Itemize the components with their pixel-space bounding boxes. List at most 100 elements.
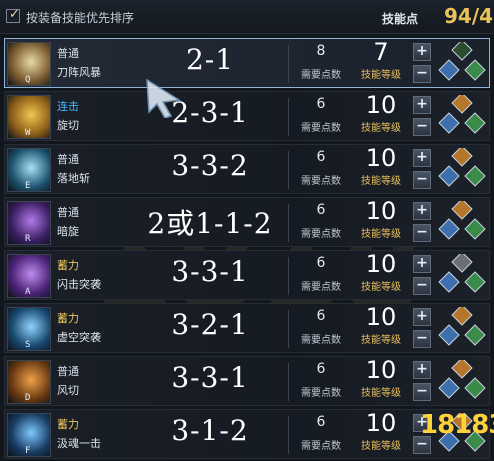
skill-level-label: 技能等级 bbox=[361, 176, 401, 187]
skill-name: 刀阵风暴 bbox=[57, 66, 101, 79]
skill-type: 蓄力 bbox=[57, 312, 79, 325]
sort-by-equipped-checkbox[interactable]: ✓ bbox=[6, 7, 20, 23]
tripod-icon[interactable] bbox=[437, 360, 487, 404]
skill-icon[interactable]: E bbox=[7, 148, 51, 192]
skill-points-label: 技能点 bbox=[382, 12, 419, 26]
skill-row[interactable]: A 蓄力 闪击突袭 3-3-1 6 需要点数 10 技能等级 + − bbox=[4, 250, 490, 300]
tripod-icon[interactable] bbox=[437, 254, 487, 298]
skill-row[interactable]: D 普通 风切 3-3-1 6 需要点数 10 技能等级 + − bbox=[4, 356, 490, 406]
level-up-button[interactable]: + bbox=[413, 43, 431, 61]
skill-level-label: 技能等级 bbox=[361, 282, 401, 293]
tripod-icon[interactable] bbox=[437, 201, 487, 245]
skill-row[interactable]: W 连击 旋切 2-3-1 6 需要点数 10 技能等级 + − bbox=[4, 91, 490, 141]
divider bbox=[288, 363, 289, 401]
skill-build-order: 3-2-1 bbox=[171, 308, 249, 341]
required-points-value: 6 bbox=[316, 308, 326, 324]
skill-name: 虚空突袭 bbox=[57, 331, 101, 344]
skill-hotkey: Q bbox=[25, 75, 31, 85]
divider bbox=[288, 257, 289, 295]
skill-build-order: 3-3-1 bbox=[171, 255, 249, 288]
skill-icon[interactable]: D bbox=[7, 360, 51, 404]
level-up-button[interactable]: + bbox=[413, 202, 431, 220]
skill-name: 风切 bbox=[57, 384, 79, 397]
skill-icon[interactable]: R bbox=[7, 201, 51, 245]
tripod-icon[interactable] bbox=[437, 148, 487, 192]
skill-build-order: 2或1-1-2 bbox=[147, 207, 273, 240]
skill-build-order: 2-1 bbox=[185, 43, 235, 76]
level-up-button[interactable]: + bbox=[413, 96, 431, 114]
tripod-gem-icon bbox=[438, 271, 460, 293]
skill-level-value: 10 bbox=[365, 250, 397, 278]
tripod-icon[interactable] bbox=[437, 307, 487, 351]
level-down-button[interactable]: − bbox=[413, 65, 431, 83]
tripod-gem-icon bbox=[464, 218, 486, 240]
level-up-button[interactable]: + bbox=[413, 149, 431, 167]
skill-level-label: 技能等级 bbox=[361, 70, 401, 81]
skill-level-value: 10 bbox=[365, 303, 397, 331]
required-points-value: 6 bbox=[316, 361, 326, 377]
divider bbox=[288, 204, 289, 242]
tripod-gem-icon bbox=[451, 307, 473, 326]
required-points-label: 需要点数 bbox=[301, 441, 341, 452]
level-up-button[interactable]: + bbox=[413, 361, 431, 379]
skill-icon[interactable]: S bbox=[7, 307, 51, 351]
mouse-cursor-icon bbox=[146, 78, 182, 118]
skill-level-label: 技能等级 bbox=[361, 123, 401, 134]
skill-type: 普通 bbox=[57, 47, 79, 60]
tripod-gem-icon bbox=[451, 148, 473, 167]
required-points-label: 需要点数 bbox=[301, 388, 341, 399]
tripod-gem-icon bbox=[451, 95, 473, 114]
skill-name: 落地斩 bbox=[57, 172, 90, 185]
skill-hotkey: F bbox=[25, 446, 31, 456]
skill-icon[interactable]: A bbox=[7, 254, 51, 298]
required-points-label: 需要点数 bbox=[301, 335, 341, 346]
skill-level-label: 技能等级 bbox=[361, 441, 401, 452]
skill-row[interactable]: F 蓄力 汲魂一击 3-1-2 6 需要点数 10 技能等级 + − bbox=[4, 409, 490, 459]
divider bbox=[288, 151, 289, 189]
required-points-value: 6 bbox=[316, 255, 326, 271]
skill-name: 旋切 bbox=[57, 119, 79, 132]
skill-type: 普通 bbox=[57, 206, 79, 219]
level-down-button[interactable]: − bbox=[413, 383, 431, 401]
skill-level-value: 10 bbox=[365, 356, 397, 384]
skill-icon[interactable]: W bbox=[7, 95, 51, 139]
tripod-icon[interactable] bbox=[437, 42, 487, 86]
tripod-gem-icon bbox=[464, 271, 486, 293]
level-down-button[interactable]: − bbox=[413, 224, 431, 242]
level-down-button[interactable]: − bbox=[413, 277, 431, 295]
skill-type: 普通 bbox=[57, 365, 79, 378]
divider bbox=[288, 416, 289, 454]
skill-level-label: 技能等级 bbox=[361, 229, 401, 240]
skill-hotkey: E bbox=[25, 181, 31, 191]
skill-level-value: 10 bbox=[365, 409, 397, 437]
skill-level-label: 技能等级 bbox=[361, 335, 401, 346]
tripod-gem-icon bbox=[464, 377, 486, 399]
level-up-button[interactable]: + bbox=[413, 255, 431, 273]
skill-level-value: 10 bbox=[365, 197, 397, 225]
required-points-value: 6 bbox=[316, 96, 326, 112]
skill-icon[interactable]: Q bbox=[7, 42, 51, 86]
tripod-gem-icon bbox=[451, 254, 473, 273]
skill-row[interactable]: R 普通 暗旋 2或1-1-2 6 需要点数 10 技能等级 + − bbox=[4, 197, 490, 247]
level-down-button[interactable]: − bbox=[413, 171, 431, 189]
required-points-label: 需要点数 bbox=[301, 229, 341, 240]
tripod-gem-icon bbox=[464, 112, 486, 134]
tripod-gem-icon bbox=[438, 377, 460, 399]
skill-hotkey: A bbox=[25, 287, 31, 297]
level-down-button[interactable]: − bbox=[413, 330, 431, 348]
skill-row[interactable]: S 蓄力虚空突袭 3-2-1 6 需要点数 10 技能等级 + − bbox=[4, 303, 490, 353]
skill-level-value: 10 bbox=[365, 91, 397, 119]
level-down-button[interactable]: − bbox=[413, 118, 431, 136]
tripod-gem-icon bbox=[464, 59, 486, 81]
skill-icon[interactable]: F bbox=[7, 413, 51, 457]
required-points-value: 6 bbox=[316, 414, 326, 430]
tripod-icon[interactable] bbox=[437, 95, 487, 139]
skill-points-value: 94/4 bbox=[444, 4, 494, 28]
skill-row[interactable]: Q 普通 刀阵风暴 2-1 8 需要点数 7 技能等级 + − bbox=[4, 38, 490, 88]
skill-build-order: 3-3-2 bbox=[171, 149, 249, 182]
tripod-gem-icon bbox=[464, 165, 486, 187]
level-up-button[interactable]: + bbox=[413, 308, 431, 326]
skill-row[interactable]: E 普通 落地斩 3-3-2 6 需要点数 10 技能等级 + − bbox=[4, 144, 490, 194]
skill-level-label: 技能等级 bbox=[361, 388, 401, 399]
tripod-gem-icon bbox=[438, 218, 460, 240]
